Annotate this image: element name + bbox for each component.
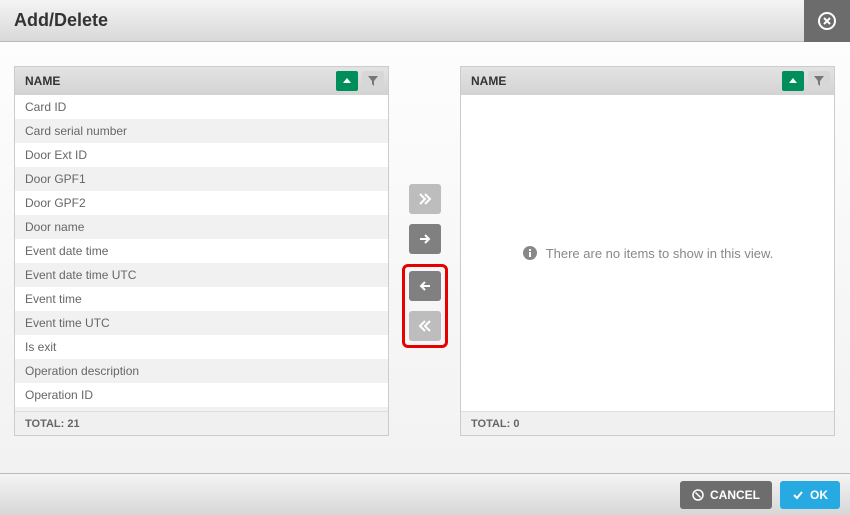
selected-panel: NAME There are no items to show in this … (460, 66, 835, 436)
available-body: Card IDCard serial numberDoor Ext IDDoor… (15, 95, 388, 411)
list-item[interactable]: Door GPF1 (15, 167, 388, 191)
list-item[interactable]: Door name (15, 215, 388, 239)
dialog-title: Add/Delete (14, 10, 108, 31)
list-item[interactable]: Event time (15, 287, 388, 311)
list-item[interactable]: User Ext ID (15, 407, 388, 411)
close-button[interactable] (804, 0, 850, 42)
add-button[interactable] (409, 224, 441, 254)
available-footer: TOTAL: 21 (15, 411, 388, 435)
available-list[interactable]: Card IDCard serial numberDoor Ext IDDoor… (15, 95, 388, 411)
remove-buttons-highlight (402, 264, 448, 348)
triangle-up-icon (788, 76, 798, 86)
close-icon (817, 11, 837, 31)
list-item[interactable]: Card serial number (15, 119, 388, 143)
triangle-up-icon (342, 76, 352, 86)
list-item[interactable]: Event date time UTC (15, 263, 388, 287)
selected-total-label: TOTAL: (471, 418, 510, 430)
arrow-right-icon (418, 232, 432, 246)
selected-column-name[interactable]: NAME (471, 74, 778, 88)
available-filter-button[interactable] (362, 71, 384, 91)
dialog-header: Add/Delete (0, 0, 850, 42)
transfer-controls (397, 66, 452, 465)
cancel-label: CANCEL (710, 488, 760, 502)
funnel-icon (368, 76, 378, 86)
selected-sort-button[interactable] (782, 71, 804, 91)
cancel-icon (692, 489, 704, 501)
check-icon (792, 489, 804, 501)
ok-button[interactable]: OK (780, 481, 840, 509)
available-total-label: TOTAL: (25, 418, 64, 430)
add-all-button[interactable] (409, 184, 441, 214)
list-item[interactable]: Is exit (15, 335, 388, 359)
selected-total-value: 0 (513, 418, 519, 430)
dialog-content: NAME Card IDCard serial numberDoor Ext I… (0, 42, 850, 473)
selected-body: There are no items to show in this view. (461, 95, 834, 411)
double-chevron-right-icon (418, 192, 432, 206)
ok-label: OK (810, 488, 828, 502)
list-item[interactable]: Door Ext ID (15, 143, 388, 167)
dialog-footer: CANCEL OK (0, 473, 850, 515)
cancel-button[interactable]: CANCEL (680, 481, 772, 509)
list-item[interactable]: Card ID (15, 95, 388, 119)
double-chevron-left-icon (418, 319, 432, 333)
info-icon (522, 245, 538, 261)
arrow-left-icon (418, 279, 432, 293)
list-item[interactable]: Operation description (15, 359, 388, 383)
empty-text: There are no items to show in this view. (546, 246, 774, 261)
selected-header: NAME (461, 67, 834, 95)
available-column-name[interactable]: NAME (25, 74, 332, 88)
funnel-icon (814, 76, 824, 86)
list-item[interactable]: Event time UTC (15, 311, 388, 335)
selected-filter-button[interactable] (808, 71, 830, 91)
available-panel: NAME Card IDCard serial numberDoor Ext I… (14, 66, 389, 436)
list-item[interactable]: Event date time (15, 239, 388, 263)
empty-state: There are no items to show in this view. (461, 95, 834, 411)
available-header: NAME (15, 67, 388, 95)
available-sort-button[interactable] (336, 71, 358, 91)
list-item[interactable]: Door GPF2 (15, 191, 388, 215)
remove-all-button[interactable] (409, 311, 441, 341)
remove-button[interactable] (409, 271, 441, 301)
available-total-value: 21 (67, 418, 79, 430)
selected-footer: TOTAL: 0 (461, 411, 834, 435)
list-item[interactable]: Operation ID (15, 383, 388, 407)
add-delete-dialog: Add/Delete NAME Card IDCard serial numbe… (0, 0, 850, 515)
